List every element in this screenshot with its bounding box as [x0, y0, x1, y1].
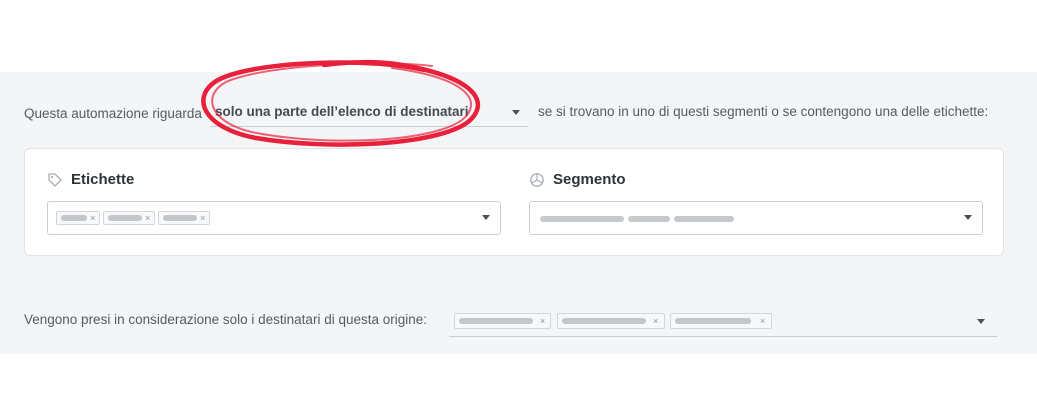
segment-select[interactable] [529, 201, 983, 235]
origin-chip[interactable]: × [557, 313, 665, 329]
segment-value-placeholder [540, 216, 624, 222]
remove-chip-icon[interactable]: × [653, 316, 658, 326]
remove-chip-icon[interactable]: × [90, 213, 95, 223]
remove-chip-icon[interactable]: × [540, 316, 545, 326]
scope-intro-label: Questa automazione riguarda [24, 105, 202, 121]
remove-chip-icon[interactable]: × [760, 316, 765, 326]
tags-title: Etichette [47, 171, 134, 188]
origin-multiselect[interactable]: × × × [449, 308, 997, 337]
chevron-down-icon [964, 215, 972, 220]
chevron-down-icon [977, 319, 985, 324]
scope-dropdown-value: solo una parte dell’elenco di destinatar… [215, 104, 469, 119]
tags-title-label: Etichette [71, 171, 135, 188]
segment-title: Segmento [529, 171, 626, 188]
scope-intro-text: Questa automazione riguarda [24, 102, 202, 124]
origin-chip[interactable]: × [670, 313, 772, 329]
tag-icon [48, 172, 62, 187]
segment-value-placeholder [628, 216, 670, 222]
tags-multiselect[interactable]: × × × [47, 201, 501, 235]
segment-title-label: Segmento [553, 171, 626, 188]
chevron-down-icon [482, 215, 490, 220]
origin-label: Vengono presi in considerazione solo i d… [24, 312, 428, 327]
filter-card: Etichette × × × Segmento [24, 148, 1004, 256]
scope-condition-text: se si trovano in uno di questi segmenti … [538, 104, 989, 119]
origin-chip[interactable]: × [454, 313, 551, 329]
segment-value-placeholder [674, 216, 734, 222]
chevron-down-icon [512, 110, 520, 115]
remove-chip-icon[interactable]: × [200, 213, 205, 223]
scope-dropdown[interactable]: solo una parte dell’elenco di destinatar… [210, 100, 528, 127]
tag-chip[interactable]: × [158, 211, 210, 225]
remove-chip-icon[interactable]: × [145, 213, 150, 223]
tag-chip[interactable]: × [103, 211, 155, 225]
tag-chip[interactable]: × [56, 211, 100, 225]
segment-icon [530, 172, 544, 187]
